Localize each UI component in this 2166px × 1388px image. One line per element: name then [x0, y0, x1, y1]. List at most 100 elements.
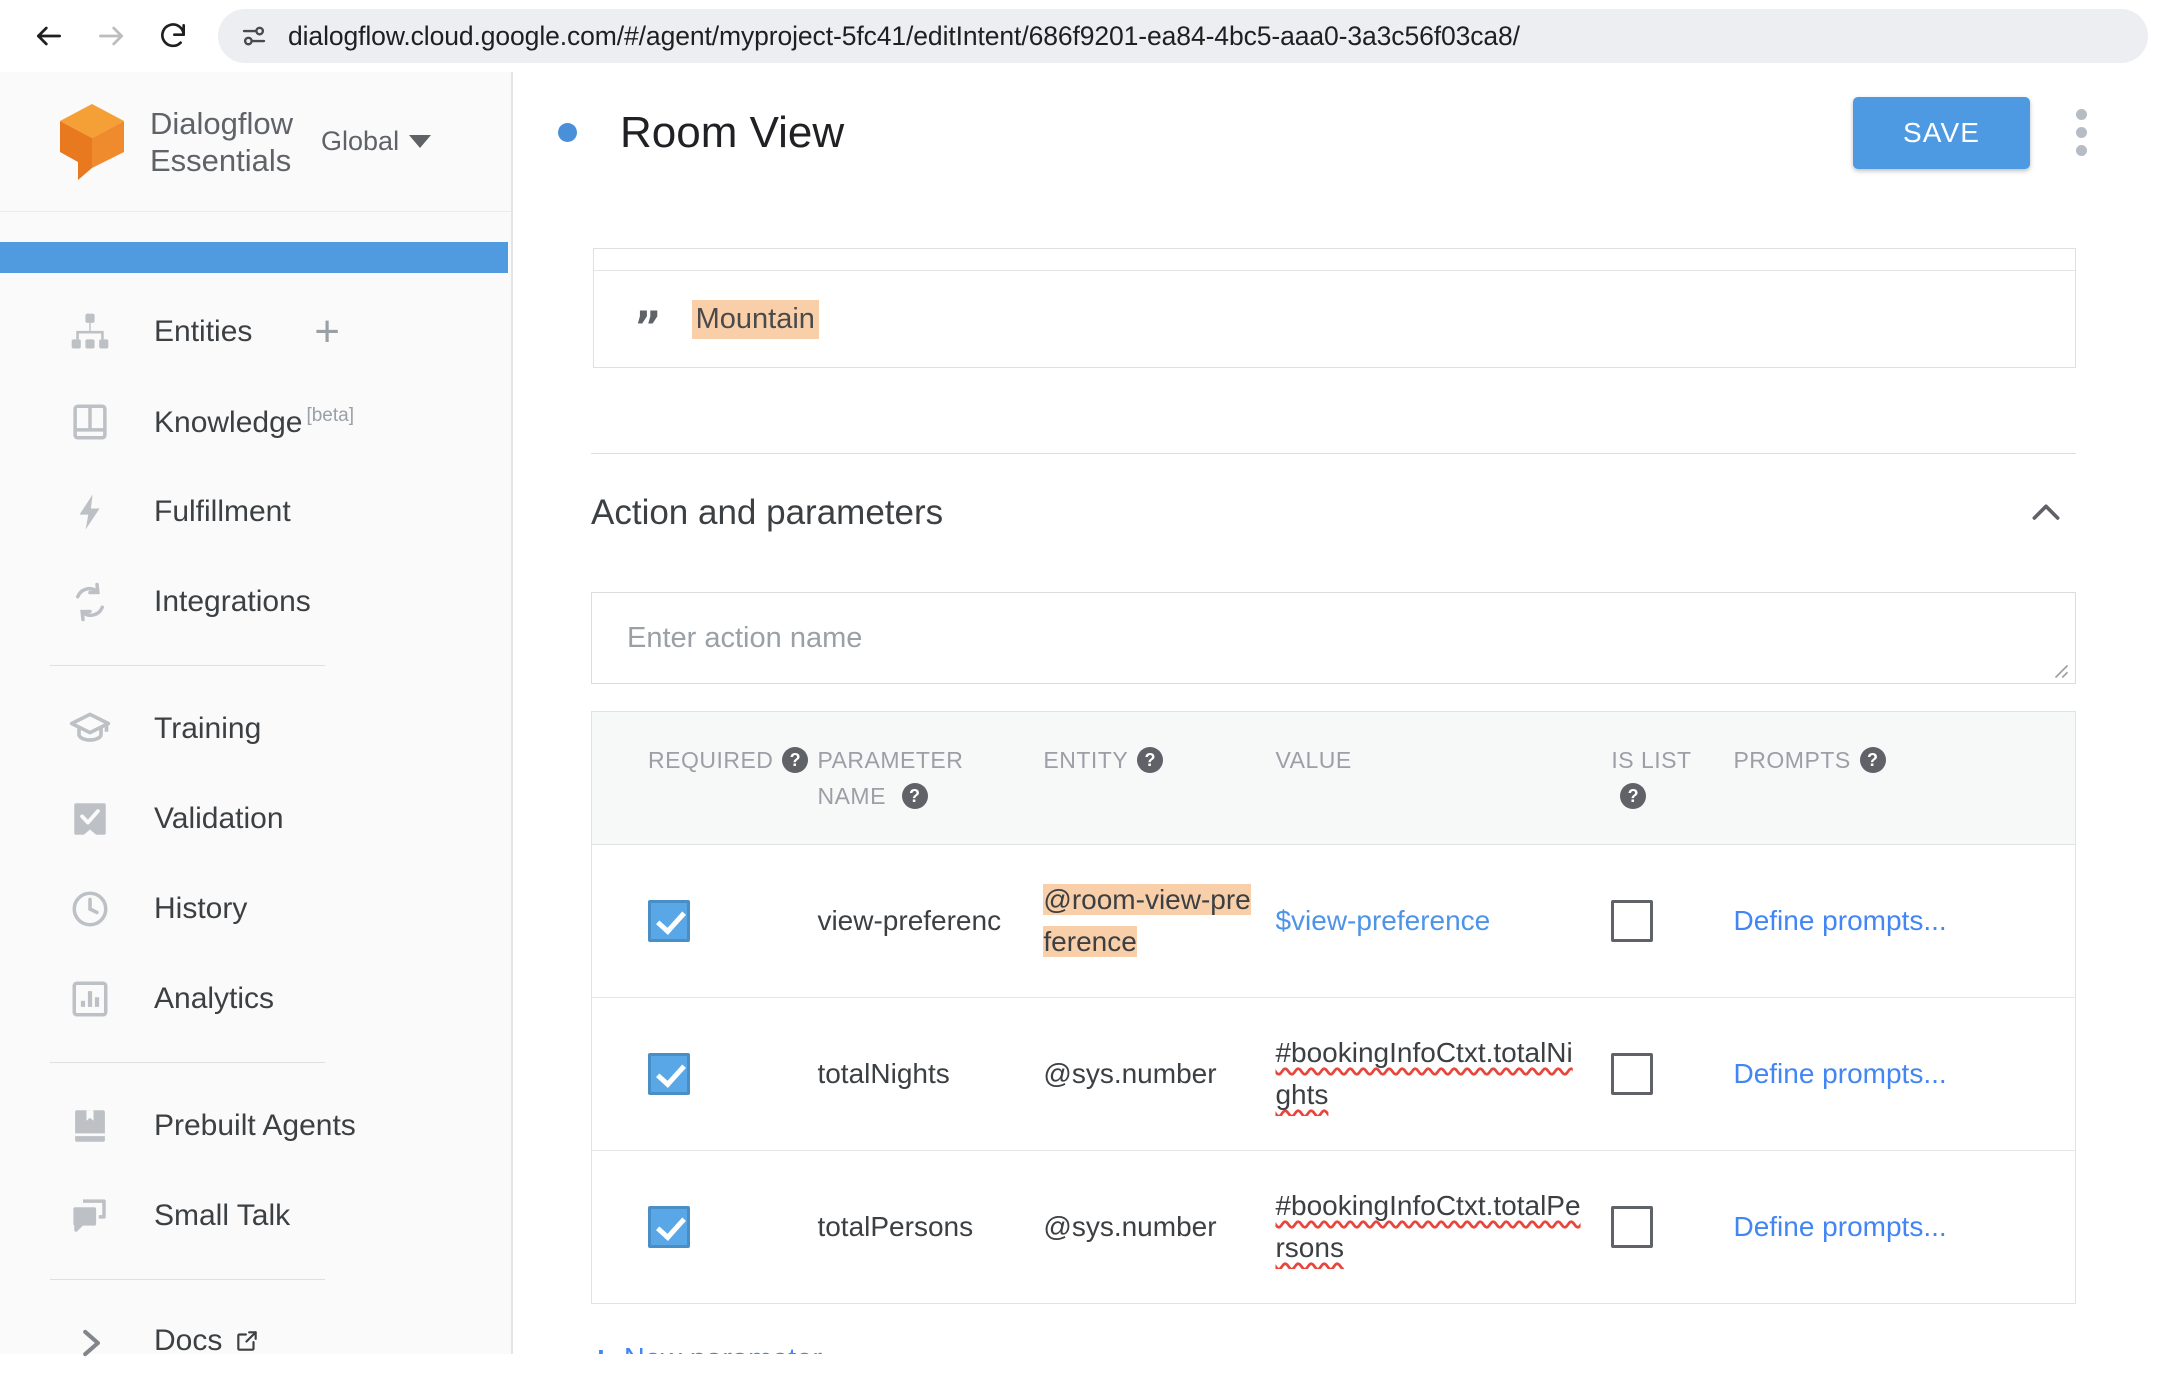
entity-value: @sys.number [1043, 1206, 1275, 1248]
parameter-name-value: totalNights [817, 1053, 1043, 1095]
cell-parameter-name[interactable]: view-preferenc [817, 845, 1043, 998]
table-row: totalNights @sys.number #bookingInfoCtxt… [592, 998, 2076, 1151]
page-header: Room View SAVE [513, 72, 2166, 194]
sidebar-item-training[interactable]: Training [0, 684, 508, 774]
define-prompts-link[interactable]: Define prompts... [1733, 1053, 2075, 1095]
column-header-required: REQUIRED? [592, 712, 818, 845]
sidebar-item-knowledge[interactable]: Knowledge[beta] [0, 377, 508, 467]
table-row: view-preferenc @room-view-preference $vi… [592, 845, 2076, 998]
sidebar-item-small-talk[interactable]: Small Talk [0, 1171, 508, 1261]
arrow-right-icon [95, 20, 127, 52]
analytics-bars-icon [66, 975, 114, 1023]
training-phrases-list: ” Mountain [593, 248, 2076, 368]
beta-badge: [beta] [306, 405, 354, 426]
cell-parameter-name[interactable]: totalNights [817, 998, 1043, 1151]
entity-value: @room-view-preference [1043, 884, 1250, 957]
back-button[interactable] [18, 5, 80, 67]
sidebar-item-label: Entities [154, 315, 252, 349]
small-talk-bubbles-icon [66, 1192, 114, 1240]
scroll-area: ” Mountain Action and parameters Enter a… [513, 194, 2166, 1354]
help-icon[interactable]: ? [1620, 783, 1646, 809]
cell-value[interactable]: #bookingInfoCtxt.totalNights [1275, 998, 1611, 1151]
is-list-checkbox[interactable] [1611, 1206, 1653, 1248]
help-icon[interactable]: ? [902, 783, 928, 809]
required-checkbox[interactable] [648, 1053, 690, 1095]
cell-prompts: Define prompts... [1733, 998, 2075, 1151]
training-phrase-row-clipped[interactable] [594, 249, 2075, 271]
define-prompts-link[interactable]: Define prompts... [1733, 900, 2075, 942]
save-button[interactable]: SAVE [1853, 97, 2030, 169]
cell-value[interactable]: $view-preference [1275, 845, 1611, 998]
reload-icon [157, 20, 189, 52]
sidebar-item-docs[interactable]: Docs [0, 1298, 508, 1388]
sidebar-item-prebuilt-agents[interactable]: Prebuilt Agents [0, 1081, 508, 1171]
cell-entity[interactable]: @sys.number [1043, 1151, 1275, 1304]
sidebar-nav: Entities + Knowledge[beta] [0, 287, 508, 1388]
action-name-input[interactable]: Enter action name [591, 592, 2076, 684]
cell-is-list [1611, 998, 1733, 1151]
cell-parameter-name[interactable]: totalPersons [817, 1151, 1043, 1304]
column-header-prompts: PROMPTS? [1733, 712, 2075, 845]
forward-button[interactable] [80, 5, 142, 67]
external-link-icon [234, 1328, 260, 1362]
dialogflow-app: Dialogflow Essentials Global En [0, 72, 2166, 1354]
cell-entity[interactable]: @room-view-preference [1043, 845, 1275, 998]
validation-check-icon [66, 795, 114, 843]
required-checkbox[interactable] [648, 1206, 690, 1248]
plus-icon: + [591, 1342, 611, 1354]
action-parameters-header: Action and parameters [591, 454, 2076, 572]
resize-grip-icon[interactable] [2051, 661, 2069, 679]
parameter-value: #bookingInfoCtxt.totalNights [1275, 1032, 1611, 1116]
integrations-sync-icon [66, 578, 114, 626]
site-settings-icon[interactable] [234, 16, 274, 56]
column-header-is-list: IS LIST ? [1611, 712, 1733, 845]
vertical-scrollbar[interactable] [513, 194, 520, 1354]
chevron-down-icon [409, 135, 431, 148]
cell-entity[interactable]: @sys.number [1043, 998, 1275, 1151]
table-row: totalPersons @sys.number #bookingInfoCtx… [592, 1151, 2076, 1304]
help-icon[interactable]: ? [782, 747, 808, 773]
cell-is-list [1611, 1151, 1733, 1304]
sidebar-item-analytics[interactable]: Analytics [0, 954, 508, 1044]
sidebar-item-entities[interactable]: Entities + [0, 287, 508, 377]
sidebar-item-label: Fulfillment [154, 495, 291, 529]
region-label: Global [321, 126, 399, 157]
sidebar: Dialogflow Essentials Global En [0, 72, 513, 1354]
sidebar-item-label: Small Talk [154, 1199, 290, 1233]
sidebar-item-fulfillment[interactable]: Fulfillment [0, 467, 508, 557]
prebuilt-agents-book-icon [66, 1102, 114, 1150]
content-pad: ” Mountain Action and parameters Enter a… [513, 248, 2166, 1354]
parameter-value: #bookingInfoCtxt.totalPersons [1275, 1185, 1611, 1269]
sidebar-item-validation[interactable]: Validation [0, 774, 508, 864]
define-prompts-link[interactable]: Define prompts... [1733, 1206, 2075, 1248]
help-icon[interactable]: ? [1860, 747, 1886, 773]
help-icon[interactable]: ? [1137, 747, 1163, 773]
training-phrase-row[interactable]: ” Mountain [594, 271, 2075, 367]
is-list-checkbox[interactable] [1611, 900, 1653, 942]
cell-required [592, 845, 818, 998]
is-list-checkbox[interactable] [1611, 1053, 1653, 1095]
sidebar-item-label: Integrations [154, 585, 311, 619]
parameters-table-head: REQUIRED? PARAMETER NAME ? ENTITY? VALUE [592, 712, 2076, 845]
sidebar-item-integrations[interactable]: Integrations [0, 557, 508, 647]
entity-value: @sys.number [1043, 1053, 1275, 1095]
new-parameter-button[interactable]: + New parameter [591, 1342, 822, 1354]
url-text: dialogflow.cloud.google.com/#/agent/mypr… [288, 21, 1520, 52]
chevron-up-icon[interactable] [2016, 483, 2076, 543]
more-vert-icon[interactable] [2046, 98, 2116, 168]
sidebar-item-label: Prebuilt Agents [154, 1109, 356, 1143]
sidebar-item-label: Validation [154, 802, 284, 836]
browser-toolbar: dialogflow.cloud.google.com/#/agent/mypr… [0, 0, 2166, 72]
sidebar-item-label: Docs [154, 1324, 260, 1362]
training-cap-icon [66, 705, 114, 753]
section-title: Action and parameters [591, 493, 943, 533]
sidebar-item-label: Training [154, 712, 261, 746]
address-bar[interactable]: dialogflow.cloud.google.com/#/agent/mypr… [218, 9, 2148, 63]
required-checkbox[interactable] [648, 900, 690, 942]
add-entity-button[interactable]: + [314, 310, 340, 354]
sidebar-item-history[interactable]: History [0, 864, 508, 954]
cell-required [592, 998, 818, 1151]
reload-button[interactable] [142, 5, 204, 67]
region-selector[interactable]: Global [321, 126, 431, 157]
cell-value[interactable]: #bookingInfoCtxt.totalPersons [1275, 1151, 1611, 1304]
